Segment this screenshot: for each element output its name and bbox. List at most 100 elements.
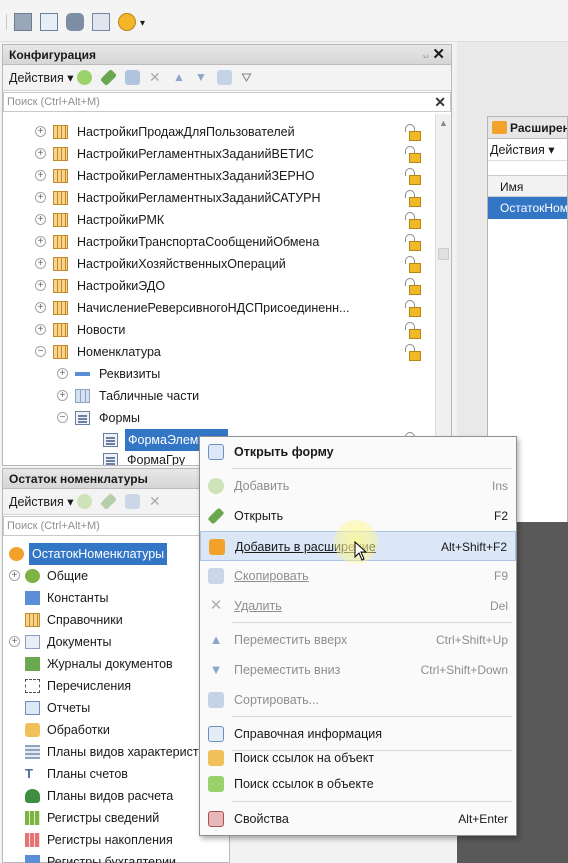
window-title: Расширения — [510, 121, 567, 135]
tree-row[interactable]: Планы видов расчета — [3, 785, 229, 807]
tree-row[interactable]: − Номенклатура — [3, 341, 433, 363]
tree-row[interactable]: + НастройкиПродажДляПользователей — [3, 121, 433, 143]
expand-icon[interactable]: + — [35, 324, 46, 335]
delete-icon[interactable]: ✕ — [149, 494, 164, 509]
tree-row[interactable]: Обработки — [3, 719, 229, 741]
tree-row[interactable]: Регистры сведений — [3, 807, 229, 829]
scroll-thumb[interactable] — [438, 248, 449, 260]
extension-row[interactable]: ОстатокНоменклатуры — [488, 197, 567, 219]
menu-item-sort[interactable]: Сортировать... — [200, 685, 516, 715]
window-icon[interactable] — [92, 13, 110, 31]
filter-icon[interactable]: ⛛ — [241, 70, 256, 85]
pin-icon[interactable]: ᴗ — [423, 45, 429, 65]
tree-row[interactable]: Т Планы счетов — [3, 763, 229, 785]
tree-row[interactable]: Константы — [3, 587, 229, 609]
expand-icon[interactable]: + — [35, 258, 46, 269]
clear-search-icon[interactable]: ✕ — [434, 93, 446, 111]
tree-row-label: НачислениеРеверсивногоНДСПрисоединенн... — [77, 301, 350, 315]
edit-icon[interactable] — [100, 493, 117, 510]
collapse-icon[interactable]: − — [35, 346, 46, 357]
close-icon[interactable]: ✕ — [432, 45, 445, 65]
tree-row[interactable]: + Табличные части — [3, 385, 433, 407]
tree-row-label: Регистры сведений — [47, 811, 160, 825]
tree-row[interactable]: Регистры бухгалтерии — [3, 851, 229, 863]
add-icon[interactable] — [77, 70, 92, 85]
tree-row[interactable]: Справочники — [3, 609, 229, 631]
tree-row[interactable]: + НастройкиРегламентныхЗаданийВЕТИС — [3, 143, 433, 165]
actions-menu-button[interactable]: Действия ▾ — [9, 71, 74, 85]
expand-icon[interactable]: + — [35, 126, 46, 137]
expand-icon[interactable]: + — [35, 214, 46, 225]
expand-icon[interactable]: + — [35, 148, 46, 159]
scrollbar[interactable]: ▲ — [435, 114, 451, 466]
chart-of-characteristics-icon — [25, 745, 40, 759]
expand-icon[interactable]: + — [9, 636, 20, 647]
menu-item-open-form[interactable]: Открыть форму — [200, 437, 516, 467]
tree-row[interactable]: Перечисления — [3, 675, 229, 697]
search-input[interactable]: Поиск (Ctrl+Alt+M) — [3, 516, 229, 536]
expand-icon[interactable]: + — [35, 280, 46, 291]
expand-icon[interactable]: + — [35, 192, 46, 203]
sort-icon[interactable] — [217, 70, 232, 85]
find-references-in-object-icon — [208, 776, 224, 792]
tree-row-label: Общие — [47, 569, 89, 583]
expand-icon[interactable]: + — [35, 236, 46, 247]
tree-row[interactable]: + Общие — [3, 565, 229, 587]
column-header-name[interactable]: Имя — [488, 175, 567, 197]
menu-item-add[interactable]: Добавить Ins — [200, 471, 516, 501]
catalog-icon — [53, 125, 68, 139]
expand-icon[interactable]: + — [9, 570, 20, 581]
add-icon[interactable] — [77, 494, 92, 509]
edit-icon[interactable] — [100, 69, 117, 86]
menu-item-properties[interactable]: Свойства Alt+Enter — [200, 804, 516, 834]
enums-icon — [25, 679, 40, 693]
edit-icon — [207, 507, 225, 525]
tree-row[interactable]: Регистры накопления — [3, 829, 229, 851]
scroll-up-icon[interactable]: ▲ — [439, 118, 448, 128]
menu-item-shortcut: F9 — [493, 569, 508, 583]
copy-icon[interactable] — [125, 494, 140, 509]
tree-row[interactable]: Отчеты — [3, 697, 229, 719]
tree-row[interactable]: + Новости — [3, 319, 433, 341]
tree-row[interactable]: + НачислениеРеверсивногоНДСПрисоединенн.… — [3, 297, 433, 319]
tree-row[interactable]: + НастройкиХозяйственныхОпераций — [3, 253, 433, 275]
common-icon — [25, 569, 40, 583]
menu-item-move-down[interactable]: ▼ Переместить вниз Ctrl+Shift+Down — [200, 655, 516, 685]
catalogs-icon — [25, 613, 40, 627]
tree-row[interactable]: + НастройкиРегламентныхЗаданийЗЕРНО — [3, 165, 433, 187]
menu-item-delete[interactable]: ✕ Удалить Del — [200, 591, 516, 621]
expand-icon[interactable]: + — [35, 302, 46, 313]
extension-icon — [9, 547, 24, 561]
delete-icon[interactable]: ✕ — [149, 70, 164, 85]
tree-row[interactable]: + НастройкиРегламентныхЗаданийСАТУРН — [3, 187, 433, 209]
move-down-icon[interactable]: ▼ — [195, 70, 210, 85]
tree-row[interactable]: Журналы документов — [3, 653, 229, 675]
expand-icon[interactable]: + — [35, 170, 46, 181]
tree-row[interactable]: + НастройкиТранспортаСообщенийОбмена — [3, 231, 433, 253]
search-input[interactable]: Поиск (Ctrl+Alt+M) ✕ — [3, 92, 451, 112]
menu-item-move-up[interactable]: ▲ Переместить вверх Ctrl+Shift+Up — [200, 625, 516, 655]
collapse-icon[interactable]: − — [57, 412, 68, 423]
config-icon[interactable] — [14, 13, 32, 31]
tree-row[interactable]: − Формы — [3, 407, 433, 429]
documents-icon — [25, 635, 40, 649]
copy-icon[interactable] — [125, 70, 140, 85]
actions-menu-button[interactable]: Действия ▾ — [488, 139, 567, 161]
tree-row[interactable]: Планы видов характеристик — [3, 741, 229, 763]
actions-menu-button[interactable]: Действия ▾ — [9, 495, 74, 509]
dropdown-arrow-icon[interactable]: ▾ — [140, 18, 145, 29]
database-icon[interactable] — [66, 13, 84, 31]
tree-row-label: Номенклатура — [77, 345, 161, 359]
expand-icon[interactable]: + — [57, 390, 68, 401]
menu-item-copy[interactable]: Скопировать F9 — [200, 561, 516, 591]
play-icon[interactable] — [118, 13, 136, 31]
expand-icon[interactable]: + — [57, 368, 68, 379]
tree-row[interactable]: + Реквизиты — [3, 363, 433, 385]
tree-icon[interactable] — [40, 13, 58, 31]
tree-row[interactable]: + Документы — [3, 631, 229, 653]
move-up-icon[interactable]: ▲ — [173, 70, 188, 85]
menu-item-find-refs-in-object[interactable]: Поиск ссылок в объекте — [200, 769, 516, 799]
tree-row[interactable]: + НастройкиРМК — [3, 209, 433, 231]
tree-root[interactable]: ОстатокНоменклатуры — [3, 543, 229, 565]
tree-row[interactable]: + НастройкиЭДО — [3, 275, 433, 297]
